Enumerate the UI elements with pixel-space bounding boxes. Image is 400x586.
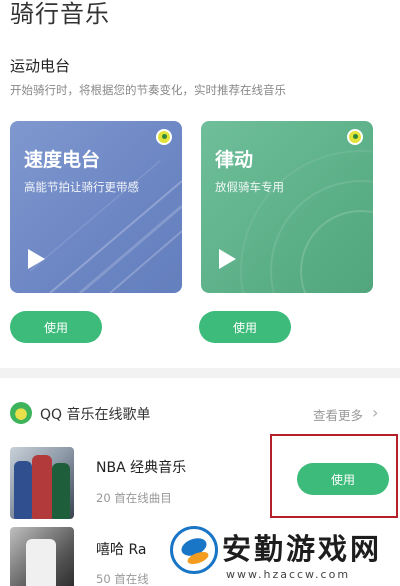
- player-figure: [52, 463, 70, 519]
- rhythm-radio-use-button[interactable]: 使用: [199, 311, 291, 343]
- watermark-logo-icon: [170, 526, 218, 574]
- site-watermark: 安勤游戏网 www.hzaccw.com: [160, 520, 400, 586]
- playlist-track-count: 50 首在线: [96, 572, 149, 586]
- card-subtitle: 高能节拍让骑行更带感: [24, 180, 139, 194]
- qq-music-logo-icon: [10, 402, 32, 424]
- playlist-section-title: QQ 音乐在线歌单: [40, 407, 151, 423]
- play-icon[interactable]: [28, 249, 45, 269]
- view-more-link[interactable]: 查看更多: [313, 405, 363, 424]
- section-subtitle: 开始骑行时，将根据您的节奏变化，实时推荐在线音乐: [10, 83, 286, 97]
- artist-figure: [26, 539, 56, 586]
- speed-radio-use-button[interactable]: 使用: [10, 311, 102, 343]
- player-figure: [32, 455, 52, 519]
- section-divider: [0, 368, 400, 378]
- card-subtitle: 放假骑车专用: [215, 180, 284, 194]
- card-title: 律动: [215, 149, 254, 171]
- playlist-title: 嘻哈 Ra: [96, 542, 147, 558]
- play-icon[interactable]: [219, 249, 236, 269]
- hiphop-playlist-cover[interactable]: [10, 527, 74, 586]
- watermark-text: 安勤游戏网: [222, 532, 383, 566]
- playlist-track-count: 20 首在线曲目: [96, 491, 172, 505]
- playlist-title: NBA 经典音乐: [96, 460, 187, 476]
- nba-playlist-cover[interactable]: [10, 447, 74, 519]
- highlight-box: [270, 434, 398, 518]
- card-title: 速度电台: [24, 149, 101, 171]
- rhythm-radio-card[interactable]: 律动 放假骑车专用: [201, 121, 373, 293]
- speed-radio-card[interactable]: 速度电台 高能节拍让骑行更带感: [10, 121, 182, 293]
- qq-music-badge-icon: [156, 129, 172, 145]
- section-title: 运动电台: [10, 57, 71, 75]
- watermark-url: www.hzaccw.com: [226, 568, 351, 581]
- chevron-right-icon[interactable]: ›: [372, 405, 378, 421]
- player-figure: [14, 461, 32, 519]
- qq-music-badge-icon: [347, 129, 363, 145]
- page-title: 骑行音乐: [10, 0, 110, 28]
